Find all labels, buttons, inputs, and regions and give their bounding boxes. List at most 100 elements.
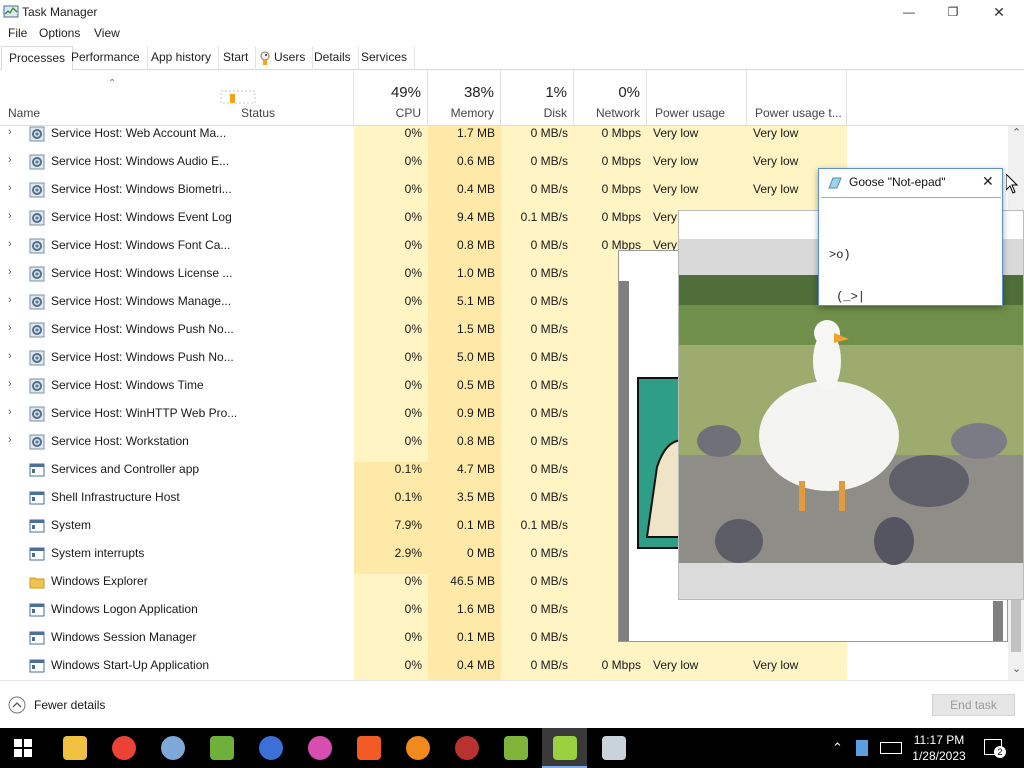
expand-chevron-icon[interactable]: › xyxy=(8,434,18,446)
chrome-icon[interactable] xyxy=(112,736,136,760)
process-row[interactable]: Windows Start-Up Application 0% 0.4 MB 0 MB… xyxy=(0,658,1008,680)
process-cpu-cell: 0% xyxy=(354,434,428,462)
chromium-icon[interactable] xyxy=(259,736,283,760)
orange-app-icon[interactable] xyxy=(406,736,430,760)
browser-globe-icon[interactable] xyxy=(161,736,185,760)
expand-chevron-icon[interactable]: › xyxy=(8,294,18,306)
windows-start-icon[interactable] xyxy=(14,739,32,757)
process-mem-cell: 3.5 MB xyxy=(428,490,501,518)
app-icon-green-blue[interactable] xyxy=(210,736,234,760)
task-manager-taskbar-icon[interactable] xyxy=(602,736,626,760)
column-disk[interactable]: 1% Disk xyxy=(501,70,574,126)
goose-text-line-2: (_>| xyxy=(829,290,866,304)
task-manager-icon xyxy=(3,5,19,18)
column-network[interactable]: 0% Network xyxy=(574,70,647,126)
notification-count-badge: 2 xyxy=(994,746,1006,758)
process-mem-cell: 46.5 MB xyxy=(428,574,501,602)
expand-chevron-icon[interactable]: › xyxy=(8,182,18,194)
expand-chevron-icon[interactable]: › xyxy=(8,322,18,334)
expand-chevron-icon[interactable]: › xyxy=(8,154,18,166)
column-cpu[interactable]: 49% CPU xyxy=(354,70,428,126)
expand-chevron-icon[interactable]: › xyxy=(8,126,18,138)
expand-chevron-icon[interactable]: › xyxy=(8,406,18,418)
expand-chevron-icon[interactable]: › xyxy=(8,266,18,278)
tab-app-history[interactable]: App history xyxy=(144,46,220,70)
expand-chevron-icon[interactable]: › xyxy=(8,350,18,362)
process-name: Service Host: Windows Manage... xyxy=(51,294,232,308)
service-host-gear-icon xyxy=(29,322,45,338)
process-name: Windows Logon Application xyxy=(51,602,198,616)
process-power-cell: Very low xyxy=(647,154,747,182)
goose-text-area[interactable]: >o) (_>| xyxy=(821,197,1001,304)
clock[interactable]: 11:17 PM 1/28/2023 xyxy=(912,732,966,764)
file-explorer-icon[interactable] xyxy=(63,736,87,760)
process-name: Windows Start-Up Application xyxy=(51,658,210,672)
column-name[interactable]: ⌃ Name xyxy=(0,70,236,126)
network-tray-icon[interactable] xyxy=(856,740,868,756)
minimize-button[interactable]: — xyxy=(886,0,932,24)
process-row[interactable]: › Service Host: Web Account Ma... 0% 1.7 MB… xyxy=(0,126,1008,154)
sort-up-icon: ⌃ xyxy=(108,78,117,89)
goose-footprint-icon xyxy=(220,90,256,104)
expand-chevron-icon[interactable]: › xyxy=(8,210,18,222)
process-name: Service Host: Windows Push No... xyxy=(51,350,234,364)
memory-total-percent: 38% xyxy=(463,84,494,101)
process-mem-cell: 0.9 MB xyxy=(428,406,501,434)
tab-processes[interactable]: Processes xyxy=(1,46,74,71)
tab-details[interactable]: Details xyxy=(307,46,359,70)
app-window-icon xyxy=(29,546,45,562)
speed-app-icon[interactable] xyxy=(455,736,479,760)
process-disk-cell: 0 MB/s xyxy=(501,322,574,350)
mouse-cursor-icon xyxy=(1006,174,1018,194)
column-memory[interactable]: 38% Memory xyxy=(428,70,501,126)
process-disk-cell: 0 MB/s xyxy=(501,154,574,182)
column-power-usage[interactable]: Power usage xyxy=(647,70,747,126)
service-host-gear-icon xyxy=(29,378,45,394)
brave-icon[interactable] xyxy=(357,736,381,760)
tab-services[interactable]: Services xyxy=(354,46,416,70)
process-disk-cell: 0 MB/s xyxy=(501,462,574,490)
goose-window-close-button[interactable]: ✕ xyxy=(982,173,994,190)
app-window-icon xyxy=(29,490,45,506)
photos-pinwheel-icon[interactable] xyxy=(308,736,332,760)
tab-performance[interactable]: Performance xyxy=(64,46,148,70)
close-button[interactable]: ✕ xyxy=(976,0,1022,24)
expand-chevron-icon[interactable]: › xyxy=(8,238,18,250)
process-cpu-cell: 0% xyxy=(354,266,428,294)
tab-startup[interactable]: Start xyxy=(216,46,257,70)
process-name: Service Host: WinHTTP Web Pro... xyxy=(51,406,238,420)
process-mem-cell: 4.7 MB xyxy=(428,462,501,490)
process-cpu-cell: 0% xyxy=(354,602,428,630)
process-cpu-cell: 0% xyxy=(354,574,428,602)
process-mem-cell: 0 MB xyxy=(428,546,501,574)
keyboard-tray-icon[interactable] xyxy=(880,742,902,754)
chevron-up-icon[interactable]: ⌃ xyxy=(832,740,843,756)
process-cpu-cell: 0% xyxy=(354,658,428,680)
scroll-down-icon[interactable]: ⌄ xyxy=(1012,662,1021,675)
menu-file[interactable]: File xyxy=(8,26,27,40)
end-task-button[interactable]: End task xyxy=(932,694,1015,716)
process-mem-cell: 0.6 MB xyxy=(428,154,501,182)
process-mem-cell: 9.4 MB xyxy=(428,210,501,238)
process-disk-cell: 0 MB/s xyxy=(501,490,574,518)
title-bar: Task Manager — ❐ ✕ xyxy=(0,0,1024,24)
maximize-button[interactable]: ❐ xyxy=(930,0,976,24)
column-power-trend[interactable]: Power usage t... xyxy=(747,70,847,126)
scrollbar-thumb[interactable] xyxy=(1011,596,1021,652)
active-taskbar-slot[interactable] xyxy=(542,728,587,768)
process-mem-cell: 5.0 MB xyxy=(428,350,501,378)
goose-notepad-window[interactable]: Goose "Not-epad" ✕ >o) (_>| xyxy=(818,168,1003,306)
process-mem-cell: 0.5 MB xyxy=(428,378,501,406)
process-cpu-cell: 0% xyxy=(354,322,428,350)
window-title: Task Manager xyxy=(22,5,98,19)
expand-chevron-icon[interactable]: › xyxy=(8,378,18,390)
process-cpu-cell: 0.1% xyxy=(354,462,428,490)
menu-view[interactable]: View xyxy=(94,26,120,40)
goose-sprite-icon xyxy=(260,51,271,65)
service-host-gear-icon xyxy=(29,434,45,450)
process-name: Shell Infrastructure Host xyxy=(51,490,180,504)
scroll-up-icon[interactable]: ⌃ xyxy=(1012,126,1021,139)
process-name: Service Host: Windows Biometri... xyxy=(51,182,232,196)
menu-options[interactable]: Options xyxy=(39,26,80,40)
letter-a-app-icon[interactable] xyxy=(504,736,528,760)
